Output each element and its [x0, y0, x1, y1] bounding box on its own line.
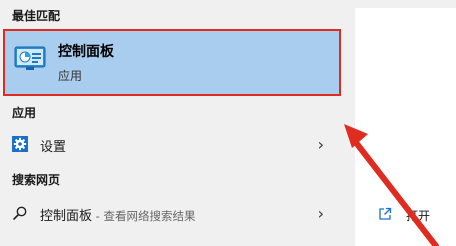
- section-title-apps: 应用: [12, 106, 37, 120]
- best-match-control-panel[interactable]: 控制面板 应用: [3, 29, 341, 96]
- search-icon: [12, 205, 28, 221]
- section-title-best-match: 最佳匹配: [12, 9, 61, 23]
- app-item-label: 设置: [40, 140, 67, 155]
- web-search-suffix: - 查看网络搜索结果: [92, 209, 196, 223]
- chevron-right-icon[interactable]: ›: [318, 204, 324, 223]
- open-label: 打开: [406, 209, 431, 223]
- gear-icon: [12, 136, 28, 152]
- control-panel-icon: [14, 45, 46, 71]
- open-icon: [378, 206, 392, 220]
- web-search-label: 控制面板 - 查看网络搜索结果: [40, 205, 195, 224]
- app-item-settings[interactable]: 设置 ›: [0, 127, 350, 161]
- best-match-title: 控制面板: [58, 44, 114, 60]
- best-match-subtitle: 应用: [58, 69, 83, 83]
- preview-pane-top-strip: [355, 0, 456, 8]
- section-title-web: 搜索网页: [12, 173, 61, 187]
- web-search-item[interactable]: 控制面板 - 查看网络搜索结果 ›: [0, 196, 350, 230]
- web-search-query: 控制面板: [40, 209, 93, 224]
- chevron-right-icon[interactable]: ›: [318, 135, 324, 154]
